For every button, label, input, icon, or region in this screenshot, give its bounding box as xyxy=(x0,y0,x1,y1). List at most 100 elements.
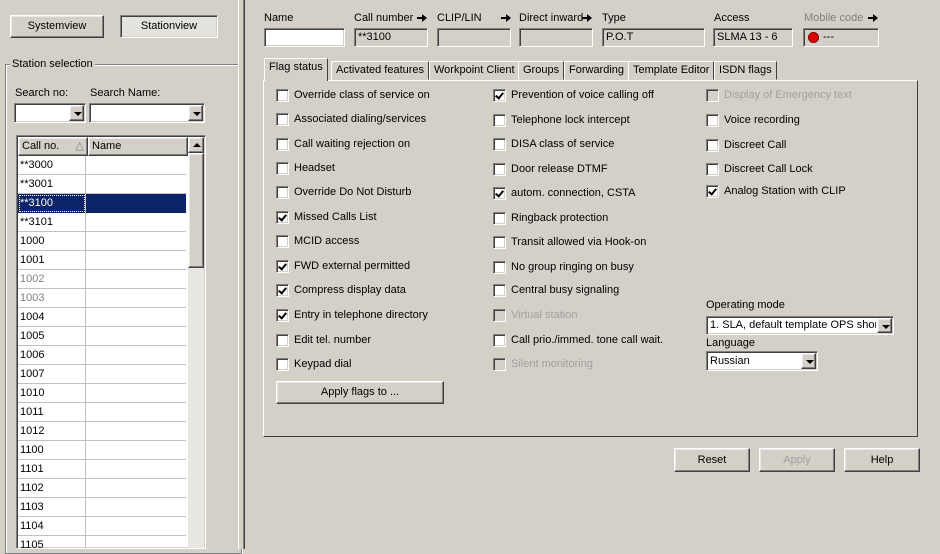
checkmark-icon[interactable] xyxy=(276,211,289,224)
tab-groups[interactable]: Groups xyxy=(518,61,565,80)
scroll-up-button[interactable] xyxy=(188,137,204,153)
checkbox-box[interactable] xyxy=(493,212,506,225)
tab-activated-features[interactable]: Activated features xyxy=(331,61,430,80)
flag-label: Analog Station with CLIP xyxy=(724,185,846,197)
checkbox-box[interactable] xyxy=(493,114,506,127)
search-name-combo[interactable] xyxy=(89,103,205,123)
systemview-button[interactable]: Systemview xyxy=(10,15,104,38)
search-no-combo[interactable] xyxy=(14,103,86,123)
checkbox-box[interactable] xyxy=(493,284,506,297)
tab-isdn-flags[interactable]: ISDN flags xyxy=(714,61,777,80)
direct-inward-field xyxy=(519,28,593,47)
flag-label: Discreet Call Lock xyxy=(724,163,813,175)
direct-inward-label: Direct inward xyxy=(519,12,584,24)
reset-button[interactable]: Reset xyxy=(674,448,750,472)
checkbox-box[interactable] xyxy=(276,186,289,199)
station-row[interactable]: 1103 xyxy=(18,498,186,517)
mobile-code-label: Mobile code xyxy=(804,12,864,24)
station-row[interactable]: 1100 xyxy=(18,441,186,460)
checkbox-box[interactable] xyxy=(276,113,289,126)
station-row[interactable]: 1105 xyxy=(18,536,186,548)
checkbox-box[interactable] xyxy=(276,138,289,151)
vertical-scrollbar[interactable] xyxy=(188,137,204,548)
station-row[interactable]: 1012 xyxy=(18,422,186,441)
station-row[interactable]: 1003 xyxy=(18,289,186,308)
station-call-no: 1011 xyxy=(18,403,86,422)
checkmark-icon[interactable] xyxy=(276,309,289,322)
dropdown-arrow-icon[interactable] xyxy=(188,105,203,121)
dropdown-arrow-icon[interactable] xyxy=(877,318,892,333)
checkmark-icon[interactable] xyxy=(493,187,506,200)
checkmark-icon[interactable] xyxy=(276,260,289,273)
tab-forwarding[interactable]: Forwarding xyxy=(564,61,630,80)
tab-template-editor[interactable]: Template Editor xyxy=(628,61,715,80)
tab-flag-status[interactable]: Flag status xyxy=(264,58,328,81)
station-name xyxy=(86,232,186,251)
checkbox-box[interactable] xyxy=(276,89,289,102)
checkbox-box[interactable] xyxy=(493,236,506,249)
checkbox-box[interactable] xyxy=(276,334,289,347)
language-select[interactable]: Russian xyxy=(706,351,818,371)
help-button[interactable]: Help xyxy=(844,448,920,472)
checkbox-box[interactable] xyxy=(706,114,719,127)
station-row[interactable]: **3000 xyxy=(18,156,186,175)
station-row[interactable]: 1004 xyxy=(18,308,186,327)
checkbox-box[interactable] xyxy=(276,162,289,175)
checkmark-icon[interactable] xyxy=(493,89,506,102)
station-call-no: 1004 xyxy=(18,308,86,327)
station-row[interactable]: 1006 xyxy=(18,346,186,365)
name-input[interactable] xyxy=(264,28,345,47)
arrow-right-icon[interactable] xyxy=(417,13,427,23)
stationview-button[interactable]: Stationview xyxy=(120,15,218,38)
checkbox-box[interactable] xyxy=(493,261,506,274)
station-row[interactable]: 1000 xyxy=(18,232,186,251)
station-row[interactable]: **3101 xyxy=(18,213,186,232)
checkbox-box[interactable] xyxy=(276,358,289,371)
checkbox-box[interactable] xyxy=(493,334,506,347)
scroll-thumb[interactable] xyxy=(188,153,204,268)
apply-button[interactable]: Apply xyxy=(759,448,835,472)
checkbox-box[interactable] xyxy=(276,235,289,248)
dropdown-arrow-icon[interactable] xyxy=(801,353,816,369)
operating-mode-select[interactable]: 1. SLA, default template OPS short xyxy=(706,316,894,335)
flag-label: Call waiting rejection on xyxy=(294,138,411,150)
checkbox-box[interactable] xyxy=(493,163,506,176)
flag-label: Associated dialing/services xyxy=(294,113,427,125)
station-list[interactable]: Call no. △ Name **3000 **3001 **3100 **3101… xyxy=(16,135,206,549)
checkbox-box[interactable] xyxy=(706,139,719,152)
checkmark-icon[interactable] xyxy=(276,284,289,297)
apply-flags-button[interactable]: Apply flags to ... xyxy=(276,381,444,404)
type-label: Type xyxy=(602,12,626,24)
arrow-right-icon[interactable] xyxy=(501,13,511,23)
station-row[interactable]: 1010 xyxy=(18,384,186,403)
checkmark-icon[interactable] xyxy=(706,185,719,198)
station-row[interactable]: 1011 xyxy=(18,403,186,422)
column-header-call-no[interactable]: Call no. △ xyxy=(18,137,88,156)
station-row[interactable]: 1102 xyxy=(18,479,186,498)
station-row[interactable]: **3001 xyxy=(18,175,186,194)
station-name xyxy=(86,289,186,308)
call-number-field: **3100 xyxy=(354,28,428,47)
station-row[interactable]: 1104 xyxy=(18,517,186,536)
flag-label: Display of Emergency text xyxy=(724,89,852,101)
checkbox-box[interactable] xyxy=(493,138,506,151)
station-row[interactable]: 1001 xyxy=(18,251,186,270)
name-label: Name xyxy=(264,12,294,24)
column-header-name[interactable]: Name xyxy=(88,137,188,156)
station-row[interactable]: 1101 xyxy=(18,460,186,479)
station-name xyxy=(86,194,186,213)
flag-label: Headset xyxy=(294,162,335,174)
tab-workpoint-client[interactable]: Workpoint Client xyxy=(429,61,520,80)
station-row[interactable]: 1005 xyxy=(18,327,186,346)
station-row[interactable]: 1007 xyxy=(18,365,186,384)
station-row[interactable]: 1002 xyxy=(18,270,186,289)
arrow-right-icon[interactable] xyxy=(868,13,878,23)
flag-label: FWD external permitted xyxy=(294,260,411,272)
flag-label: Telephone lock intercept xyxy=(511,114,630,126)
arrow-right-icon[interactable] xyxy=(582,13,592,23)
checkbox-box[interactable] xyxy=(706,163,719,176)
chevron-up-icon xyxy=(193,143,201,147)
access-label: Access xyxy=(714,12,750,24)
station-row[interactable]: **3100 xyxy=(18,194,186,213)
dropdown-arrow-icon[interactable] xyxy=(69,105,84,121)
